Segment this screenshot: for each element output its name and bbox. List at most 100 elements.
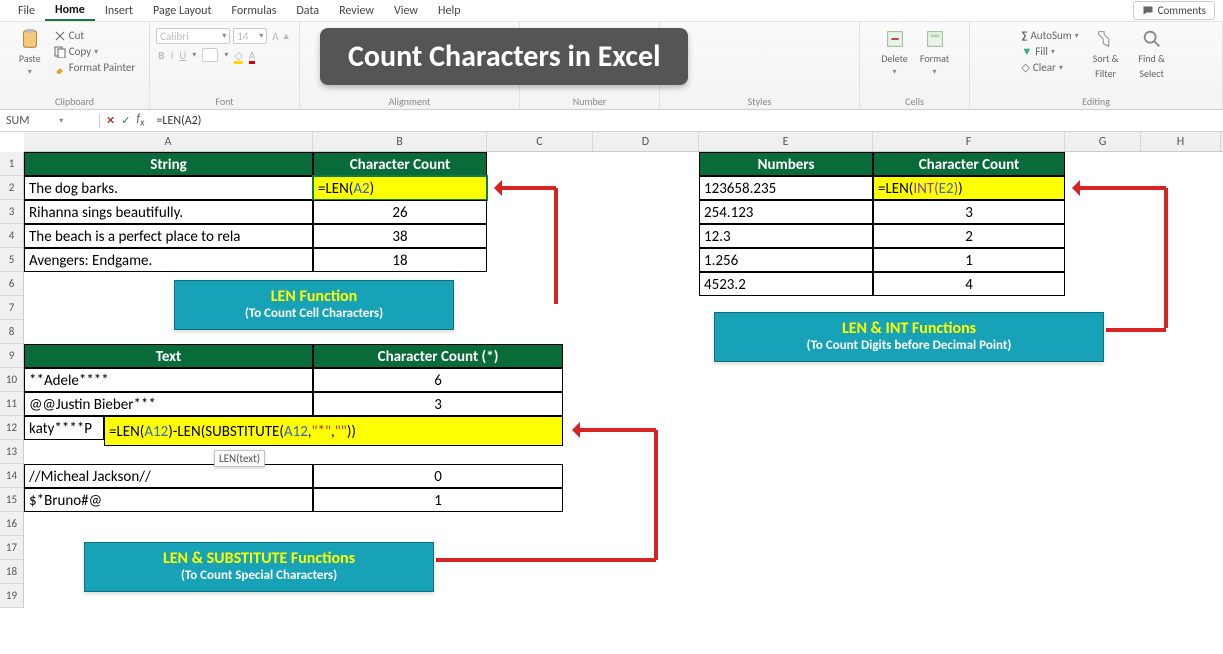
row-header-11[interactable]: 11 [0,392,24,416]
cell-A5[interactable]: Avengers: Endgame. [24,248,313,272]
cell-A4[interactable]: The beach is a perfect place to rela [24,224,313,248]
row-header-10[interactable]: 10 [0,368,24,392]
menu-data[interactable]: Data [286,2,329,20]
cell-A9[interactable]: Text [24,344,313,368]
row-header-18[interactable]: 18 [0,560,24,584]
cell-B3[interactable]: 26 [313,200,487,224]
fill-color-button[interactable]: ◇ [234,49,242,62]
cell-B4[interactable]: 38 [313,224,487,248]
comments-button[interactable]: Comments [1133,1,1215,20]
col-header-B[interactable]: B [313,132,487,151]
borders-button[interactable] [202,48,218,62]
name-box[interactable]: SUM ▾ [0,114,100,128]
sort-filter-button[interactable]: Sort &Filter [1085,24,1127,80]
row-header-1[interactable]: 1 [0,152,24,176]
cell-A12[interactable]: katy****P [24,416,104,440]
row-header-12[interactable]: 12 [0,416,24,440]
font-size-dropdown[interactable]: 14▾ [233,28,267,44]
cell-B11[interactable]: 3 [313,392,563,416]
cell-F2[interactable]: =LEN(INT(E2)) [873,176,1065,200]
menu-view[interactable]: View [384,2,428,20]
row-header-16[interactable]: 16 [0,512,24,536]
callout-len-sub: (To Count Cell Characters) [197,306,431,321]
cell-E2[interactable]: 123658.235 [699,176,873,200]
cell-E3[interactable]: 254.123 [699,200,873,224]
row-header-2[interactable]: 2 [0,176,24,200]
cell-B15[interactable]: 1 [313,488,563,512]
cancel-formula-icon[interactable]: ✕ [106,114,115,127]
col-header-E[interactable]: E [699,132,873,151]
cell-B9[interactable]: Character Count (*) [313,344,563,368]
cell-A11[interactable]: @@Justin Bieber*** [24,392,313,416]
cell-A14[interactable]: //Micheal Jackson// [24,464,313,488]
cell-B5[interactable]: 18 [313,248,487,272]
font-color-button[interactable]: A [249,49,255,62]
copy-button[interactable]: Copy▾ [52,44,137,59]
row-header-13[interactable]: 13 [0,440,24,464]
col-header-A[interactable]: A [24,132,313,151]
bold-button[interactable]: B [158,49,164,62]
cell-A1[interactable]: String [24,152,313,176]
cell-A3[interactable]: Rihanna sings beautifully. [24,200,313,224]
underline-button[interactable]: U [179,49,186,62]
autosum-button[interactable]: ∑AutoSum▾ [1019,28,1080,43]
fill-button[interactable]: ▼Fill▾ [1019,44,1080,59]
cell-F4[interactable]: 2 [873,224,1065,248]
row-header-7[interactable]: 7 [0,296,24,320]
fx-icon[interactable]: fx [136,112,144,128]
row-header-4[interactable]: 4 [0,224,24,248]
row-header-9[interactable]: 9 [0,344,24,368]
col-header-G[interactable]: G [1065,132,1141,151]
cell-B14[interactable]: 0 [313,464,563,488]
col-header-H[interactable]: H [1141,132,1221,151]
menu-home[interactable]: Home [45,1,95,21]
italic-button[interactable]: I [170,49,173,62]
spreadsheet-grid[interactable]: A B C D E F G H 1 2 3 4 5 6 7 8 9 10 11 … [0,132,1223,654]
menu-formulas[interactable]: Formulas [221,2,286,20]
cut-button[interactable]: Cut [52,28,137,43]
menu-file[interactable]: File [8,2,45,20]
cell-B1[interactable]: Character Count [313,152,487,176]
cell-E1[interactable]: Numbers [699,152,873,176]
cell-F3[interactable]: 3 [873,200,1065,224]
find-select-button[interactable]: Find &Select [1131,24,1173,80]
row-header-8[interactable]: 8 [0,320,24,344]
cell-B12-formula[interactable]: =LEN(A12)-LEN(SUBSTITUTE(A12,"*","")) [104,416,563,446]
cell-B10[interactable]: 6 [313,368,563,392]
cell-E6[interactable]: 4523.2 [699,272,873,296]
cell-A2[interactable]: The dog barks. [24,176,313,200]
row-header-17[interactable]: 17 [0,536,24,560]
increase-font-button[interactable]: A▲ [270,28,292,44]
font-family-dropdown[interactable]: Calibri▾ [156,28,230,44]
menu-insert[interactable]: Insert [95,2,143,20]
row-header-15[interactable]: 15 [0,488,24,512]
row-header-3[interactable]: 3 [0,200,24,224]
row-header-6[interactable]: 6 [0,272,24,296]
clear-button[interactable]: ◇Clear▾ [1019,60,1080,75]
confirm-formula-icon[interactable]: ✓ [121,114,130,127]
menu-help[interactable]: Help [428,2,471,20]
col-header-F[interactable]: F [873,132,1065,151]
cell-A15[interactable]: $*Bruno#@ [24,488,313,512]
row-header-14[interactable]: 14 [0,464,24,488]
format-painter-button[interactable]: Format Painter [52,60,137,75]
delete-cells-button[interactable]: Delete▾ [877,24,913,77]
col-header-C[interactable]: C [487,132,593,151]
cell-F5[interactable]: 1 [873,248,1065,272]
cells-area[interactable]: String Character Count The dog barks. =L… [24,152,1223,654]
cell-E5[interactable]: 1.256 [699,248,873,272]
menu-review[interactable]: Review [329,2,384,20]
format-cells-button[interactable]: Format▾ [917,24,953,77]
cell-F1[interactable]: Character Count [873,152,1065,176]
cell-B2[interactable]: =LEN(A2) [313,176,487,200]
menu-page-layout[interactable]: Page Layout [143,2,221,20]
paste-button[interactable]: Paste ▾ [12,24,48,77]
cell-E4[interactable]: 12.3 [699,224,873,248]
cell-F6[interactable]: 4 [873,272,1065,296]
col-header-D[interactable]: D [593,132,699,151]
row-header-19[interactable]: 19 [0,584,24,608]
column-headers: A B C D E F G H [24,132,1223,152]
row-header-5[interactable]: 5 [0,248,24,272]
formula-input[interactable]: =LEN(A2) [150,114,1223,128]
cell-A10[interactable]: **Adele**** [24,368,313,392]
